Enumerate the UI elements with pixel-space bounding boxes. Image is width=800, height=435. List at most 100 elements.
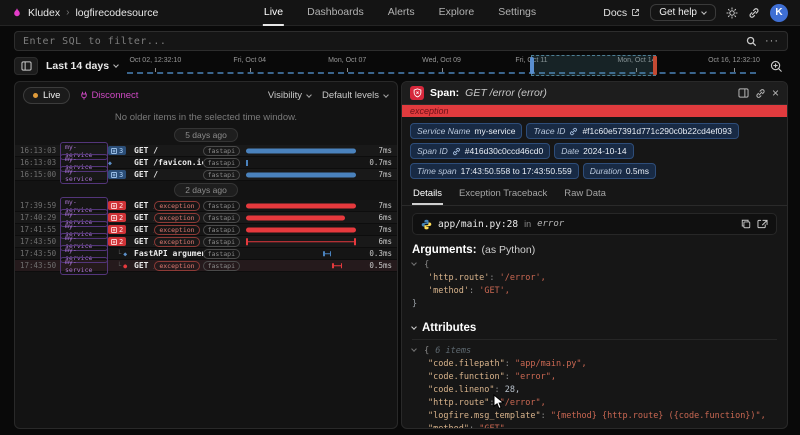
timeline-tick-mark <box>442 68 443 72</box>
tag-exception[interactable]: exception <box>154 261 199 271</box>
timeline[interactable]: Oct 02, 12:32:10Fri, Oct 04Mon, Oct 07We… <box>127 55 756 77</box>
time-group-pill[interactable]: 5 days ago <box>174 128 238 142</box>
share-link-icon[interactable] <box>748 7 760 19</box>
collapse-chevron-icon[interactable] <box>411 260 417 266</box>
timeline-activity-line <box>127 72 756 74</box>
time-group-pill[interactable]: 2 days ago <box>174 183 238 197</box>
close-icon[interactable]: × <box>772 87 779 99</box>
span-label: GET /error (error) <box>134 261 154 270</box>
code-function-name: error <box>537 219 564 229</box>
tag-fastapi[interactable]: fastapi <box>203 213 240 223</box>
live-view-panel: Live Disconnect Visibility Default level… <box>14 81 398 429</box>
disconnect-button[interactable]: Disconnect <box>80 90 138 101</box>
copy-icon[interactable] <box>741 219 751 229</box>
span-time: 17:41:55 <box>20 225 60 234</box>
tag-fastapi[interactable]: fastapi <box>203 170 240 180</box>
user-avatar[interactable]: K <box>770 4 788 22</box>
tag-exception[interactable]: exception <box>154 201 199 211</box>
tab-settings[interactable]: Settings <box>497 0 537 26</box>
duration-track <box>246 145 358 156</box>
tag-fastapi[interactable]: fastapi <box>203 201 240 211</box>
code-file-path[interactable]: app/main.py:28 <box>438 219 518 230</box>
collapse-chevron-icon[interactable] <box>411 346 417 352</box>
timeline-tick-mark <box>734 68 735 72</box>
breadcrumb-org[interactable]: Kludex <box>28 7 60 19</box>
span-label: FastAPI arguments <box>134 249 203 258</box>
tab-details[interactable]: Details <box>412 185 443 205</box>
span-row[interactable]: 16:15:00my-service3GET /fastapi7ms <box>15 169 397 181</box>
duration-track <box>246 248 358 259</box>
expand-count-badge[interactable]: 3 <box>108 146 126 155</box>
duration-track <box>246 236 358 247</box>
search-icon[interactable] <box>746 36 757 47</box>
sidebar-toggle-button[interactable] <box>14 57 38 75</box>
span-duration: 6ms <box>358 237 392 246</box>
service-tag[interactable]: my-service <box>60 166 108 184</box>
tree-connector-icon: └ <box>117 250 121 258</box>
copy-link-icon[interactable] <box>755 88 766 99</box>
expand-count-badge[interactable]: 3 <box>108 170 126 179</box>
docs-link[interactable]: Docs <box>603 7 640 19</box>
duration-bar <box>332 265 342 267</box>
span-duration: 0.7ms <box>358 158 392 167</box>
get-help-label: Get help <box>659 7 697 18</box>
service-tag[interactable]: my-service <box>60 257 108 275</box>
levels-select[interactable]: Default levels <box>322 90 389 101</box>
tag-fastapi[interactable]: fastapi <box>203 158 240 168</box>
span-row[interactable]: 17:43:50my-service└●GET /error (error)ex… <box>15 260 397 272</box>
attributes-section-header[interactable]: Attributes <box>412 322 777 340</box>
sql-filter-input[interactable] <box>23 36 738 47</box>
zoom-in-button[interactable] <box>764 57 788 75</box>
levels-label: Default levels <box>322 90 379 101</box>
span-time: 17:43:50 <box>20 237 60 246</box>
span-header-prefix: Span: <box>430 87 459 99</box>
span-header-title: GET /error (error) <box>465 87 547 99</box>
expand-count-badge[interactable]: 2 <box>108 213 126 222</box>
tag-fastapi[interactable]: fastapi <box>203 146 240 156</box>
dock-panel-icon[interactable] <box>738 88 749 98</box>
expand-count-badge[interactable]: 2 <box>108 201 126 210</box>
error-dot-icon: ● <box>123 262 127 270</box>
selection-left-handle[interactable] <box>530 57 534 74</box>
tag-exception[interactable]: exception <box>154 237 199 247</box>
meta-badge-span-id[interactable]: Span ID#416d30c0ccd46cd0 <box>410 143 550 159</box>
tab-exception-traceback[interactable]: Exception Traceback <box>458 185 548 205</box>
tag-fastapi[interactable]: fastapi <box>203 237 240 247</box>
main-nav: Live Dashboards Alerts Explore Settings <box>252 0 548 26</box>
selection-right-handle[interactable] <box>653 56 657 75</box>
meta-badge-trace-id[interactable]: Trace ID#f1c60e57391d771c290c0b22cd4ef09… <box>526 123 738 139</box>
live-label: Live <box>43 90 60 101</box>
tag-exception[interactable]: exception <box>154 213 199 223</box>
tab-explore[interactable]: Explore <box>438 0 476 26</box>
tab-raw-data[interactable]: Raw Data <box>563 185 607 205</box>
timeline-tick-label: Fri, Oct 04 <box>233 57 266 64</box>
open-in-editor-icon[interactable] <box>757 219 768 229</box>
duration-track <box>246 200 358 211</box>
breadcrumb-project[interactable]: logfirecodesource <box>75 7 158 19</box>
span-duration: 0.5ms <box>358 261 392 270</box>
theme-toggle-icon[interactable] <box>726 7 738 19</box>
tag-exception[interactable]: exception <box>154 225 199 235</box>
error-shield-icon <box>410 86 424 100</box>
tag-fastapi[interactable]: fastapi <box>203 225 240 235</box>
tab-alerts[interactable]: Alerts <box>387 0 416 26</box>
collapse-chevron-icon <box>411 324 417 330</box>
link-icon <box>569 127 578 136</box>
live-toggle[interactable]: Live <box>23 87 70 104</box>
tab-dashboards[interactable]: Dashboards <box>306 0 365 26</box>
tag-fastapi[interactable]: fastapi <box>203 261 240 271</box>
timeline-selection[interactable] <box>531 55 656 76</box>
visibility-select[interactable]: Visibility <box>268 90 312 101</box>
tab-live[interactable]: Live <box>263 0 284 26</box>
attributes-heading: Attributes <box>422 322 476 334</box>
tag-fastapi[interactable]: fastapi <box>203 249 240 259</box>
expand-count-badge[interactable]: 2 <box>108 237 126 246</box>
get-help-button[interactable]: Get help <box>650 4 716 21</box>
breadcrumb: Kludex › logfirecodesource <box>12 7 158 19</box>
filter-more-button[interactable]: ··· <box>765 35 779 47</box>
expand-count-badge[interactable]: 2 <box>108 225 126 234</box>
timeline-tick-mark <box>347 68 348 72</box>
meta-badge-date: Date2024-10-14 <box>554 143 633 159</box>
time-range-select[interactable]: Last 14 days <box>46 60 119 72</box>
span-detail-panel: Span: GET /error (error) × exception Ser… <box>401 81 788 429</box>
